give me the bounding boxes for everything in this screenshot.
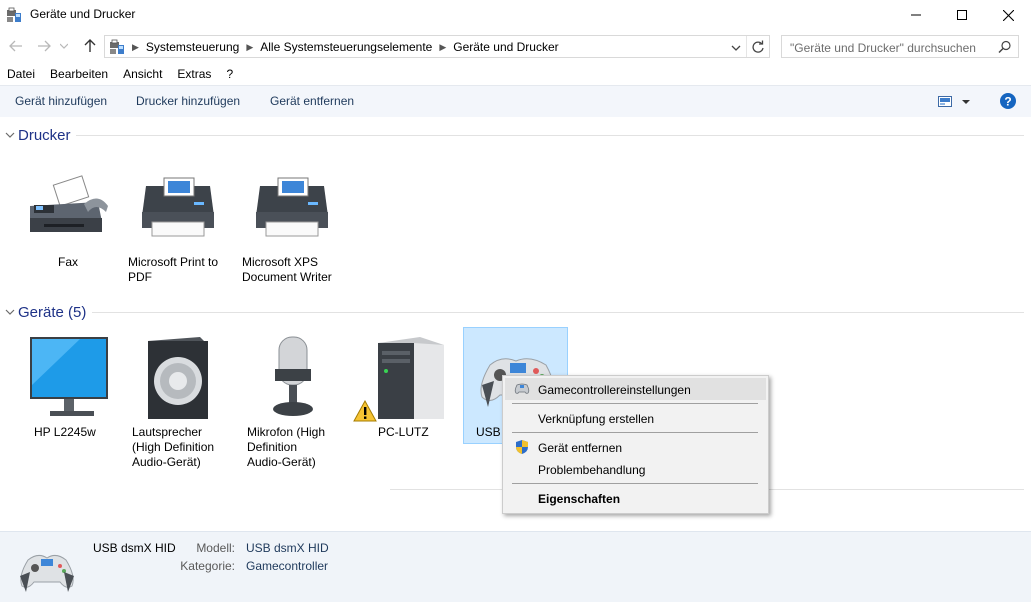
device-label: Lautsprecher (High Definition Audio-Gerä… <box>132 425 215 469</box>
context-item-remove-device[interactable]: Gerät entfernen <box>505 436 766 458</box>
speaker-icon <box>124 333 228 421</box>
device-label: Fax <box>57 255 78 269</box>
breadcrumb-systemsteuerung[interactable]: Systemsteuerung <box>142 40 243 54</box>
context-item-troubleshoot[interactable]: Problembehandlung <box>505 458 766 480</box>
context-item-label: Verknüpfung erstellen <box>538 412 655 426</box>
search-input[interactable]: "Geräte und Drucker" durchsuchen <box>781 35 1019 58</box>
menu-datei[interactable]: Datei <box>0 64 43 84</box>
details-model-label: Modell: <box>196 541 235 555</box>
view-options-button[interactable] <box>938 95 974 109</box>
menu-bar: Datei Bearbeiten Ansicht Extras ? <box>0 64 1031 84</box>
window-title: Geräte und Drucker <box>30 7 136 21</box>
context-separator <box>512 432 758 433</box>
control-panel-icon <box>109 39 125 55</box>
back-button[interactable] <box>6 36 26 56</box>
details-category-value: Gamecontroller <box>246 559 329 573</box>
maximize-button[interactable] <box>939 0 985 30</box>
group-header-printers[interactable]: Drucker <box>4 125 77 145</box>
context-menu: Gamecontrollereinstellungen Verknüpfung … <box>502 375 769 514</box>
navigation-bar: ▶ Systemsteuerung ▶ Alle Systemsteuerung… <box>0 32 1031 60</box>
printer-icon <box>240 163 344 251</box>
group-divider <box>92 312 1024 313</box>
address-divider <box>746 36 747 57</box>
context-item-create-shortcut[interactable]: Verknüpfung erstellen <box>505 407 766 429</box>
help-icon: ? <box>1000 93 1016 109</box>
chevron-collapse-icon <box>5 309 15 315</box>
chevron-down-icon <box>60 43 68 49</box>
close-button[interactable] <box>985 0 1031 30</box>
menu-ansicht[interactable]: Ansicht <box>116 64 170 84</box>
arrow-right-icon <box>38 40 51 52</box>
search-placeholder: "Geräte und Drucker" durchsuchen <box>790 41 976 55</box>
context-item-gamecontroller-settings[interactable]: Gamecontrollereinstellungen <box>505 378 766 400</box>
address-dropdown-button[interactable] <box>731 41 745 53</box>
gamepad-icon <box>16 546 78 594</box>
context-item-label: Gerät entfernen <box>538 441 623 455</box>
chevron-collapse-icon <box>5 132 15 138</box>
menu-bearbeiten[interactable]: Bearbeiten <box>43 64 116 84</box>
printer-icon <box>126 163 230 251</box>
gamepad-icon <box>514 381 530 397</box>
view-options-icon <box>938 96 970 107</box>
context-item-label: Gamecontrollereinstellungen <box>538 383 691 397</box>
forward-button[interactable] <box>34 36 54 56</box>
context-item-label: Problembehandlung <box>538 463 646 477</box>
arrow-up-icon <box>84 39 96 52</box>
refresh-button[interactable] <box>751 40 765 54</box>
microphone-icon <box>239 333 343 421</box>
device-label: Microsoft XPS Document Writer <box>242 255 332 284</box>
details-model-value: USB dsmX HID <box>246 541 329 555</box>
context-item-label: Eigenschaften <box>538 492 621 506</box>
arrow-left-icon <box>9 40 22 52</box>
chevron-down-icon <box>731 45 741 51</box>
search-icon[interactable] <box>998 40 1012 54</box>
add-printer-button[interactable]: Drucker hinzufügen <box>136 94 240 108</box>
menu-help[interactable]: ? <box>219 64 241 84</box>
title-bar: Geräte und Drucker <box>0 0 1031 30</box>
close-icon <box>1002 9 1014 21</box>
minimize-icon <box>911 14 921 16</box>
recent-locations-button[interactable] <box>58 36 70 56</box>
monitor-icon <box>12 333 116 421</box>
fax-icon <box>14 163 118 251</box>
command-bar: Gerät hinzufügen Drucker hinzufügen Gerä… <box>0 85 1031 117</box>
context-separator <box>512 403 758 404</box>
maximize-icon <box>957 10 967 20</box>
device-label: PC-LUTZ <box>378 425 429 439</box>
breadcrumb-separator-icon[interactable]: ▶ <box>129 40 142 54</box>
warning-icon <box>353 399 377 422</box>
breadcrumb-separator-icon[interactable]: ▶ <box>436 40 449 54</box>
help-button[interactable]: ? <box>1000 93 1016 109</box>
add-device-button[interactable]: Gerät hinzufügen <box>15 94 107 108</box>
device-label: HP L2245w <box>34 425 96 439</box>
details-pane: USB dsmX HID Modell: USB dsmX HID Katego… <box>0 531 1031 602</box>
group-header-devices[interactable]: Geräte (5) <box>4 302 92 322</box>
details-category-label: Kategorie: <box>180 559 235 573</box>
breadcrumb-alle-elemente[interactable]: Alle Systemsteuerungselemente <box>256 40 436 54</box>
group-divider <box>76 135 1024 136</box>
refresh-icon <box>752 40 764 53</box>
breadcrumb-separator-icon[interactable]: ▶ <box>243 40 256 54</box>
device-label: Microsoft Print to PDF <box>128 255 219 284</box>
svg-text:?: ? <box>1004 95 1011 109</box>
group-label-devices: Geräte (5) <box>18 303 87 321</box>
group-label-printers: Drucker <box>18 126 71 144</box>
remove-device-button[interactable]: Gerät entfernen <box>270 94 354 108</box>
menu-extras[interactable]: Extras <box>170 64 219 84</box>
context-item-properties[interactable]: Eigenschaften <box>505 487 766 509</box>
minimize-button[interactable] <box>893 0 939 30</box>
breadcrumb-geraete-drucker[interactable]: Geräte und Drucker <box>449 40 562 54</box>
uac-shield-icon <box>514 439 530 455</box>
device-label: Mikrofon (High Definition Audio-Gerät) <box>247 425 326 469</box>
context-separator <box>512 483 758 484</box>
address-bar[interactable]: ▶ Systemsteuerung ▶ Alle Systemsteuerung… <box>104 35 770 58</box>
devices-printers-icon <box>6 7 22 23</box>
up-button[interactable] <box>80 36 100 56</box>
